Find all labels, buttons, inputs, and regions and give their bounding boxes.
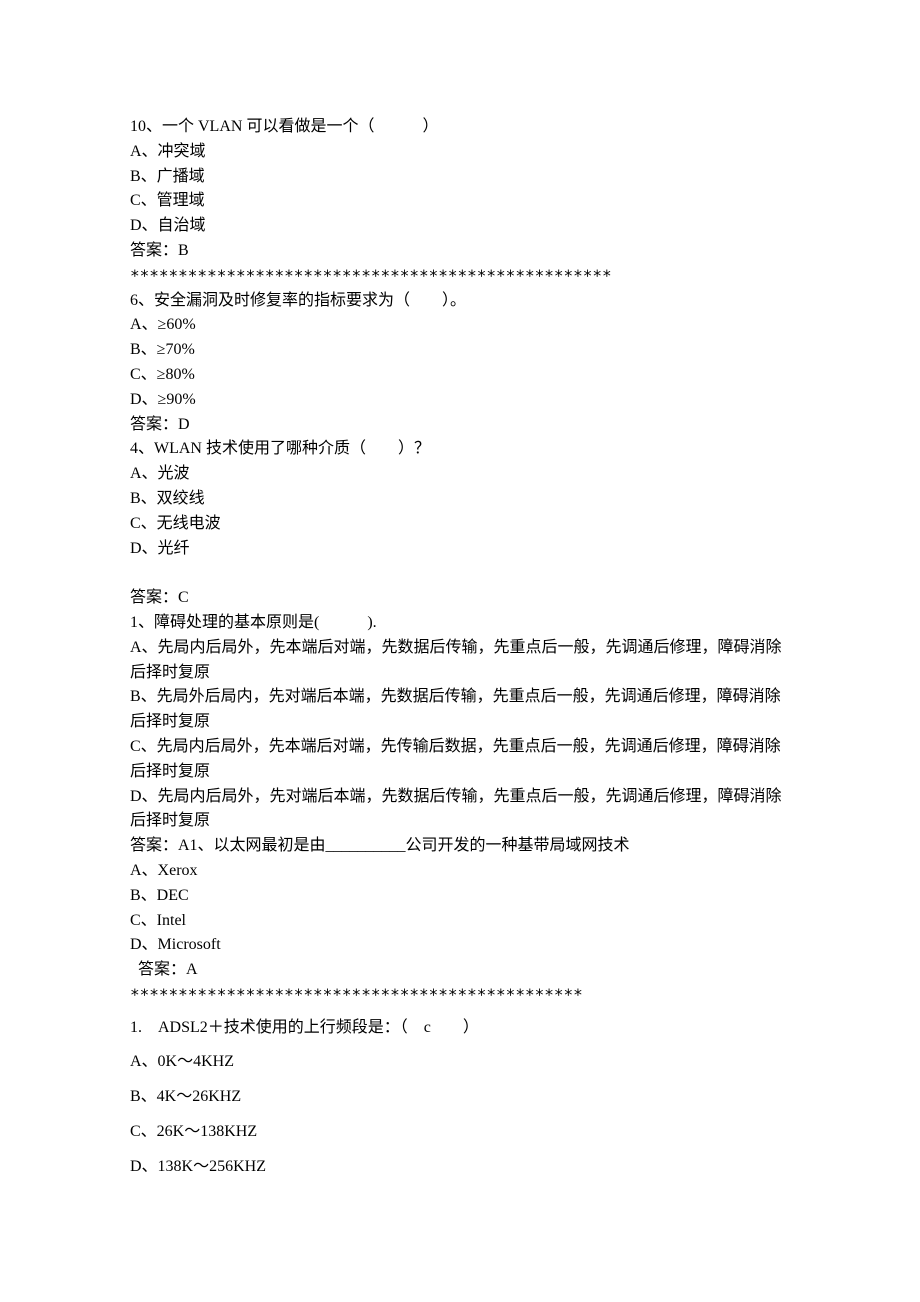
q1c-option-d: D、138K～256KHZ	[130, 1155, 790, 1180]
q10-option-d: D、自治域	[130, 214, 790, 239]
q4-option-b: B、双绞线	[130, 487, 790, 512]
q1a-option-a: A、先局内后局外，先本端后对端，先数据后传输，先重点后一般，先调通后修理，障碍消…	[130, 636, 790, 686]
q1a-option-b: B、先局外后局内，先对端后本端，先数据后传输，先重点后一般，先调通后修理，障碍消…	[130, 685, 790, 735]
q1b-option-a: A、Xerox	[130, 859, 790, 884]
q10-stem: 10、一个 VLAN 可以看做是一个（ ）	[130, 115, 790, 140]
q1a-stem: 1、障碍处理的基本原则是( ).	[130, 611, 790, 636]
q6-option-c: C、≥80%	[130, 363, 790, 388]
q1c-option-c: C、26K～138KHZ	[130, 1120, 790, 1145]
q10-option-a: A、冲突域	[130, 140, 790, 165]
q1a-option-c: C、先局内后局外，先本端后对端，先传输后数据，先重点后一般，先调通后修理，障碍消…	[130, 735, 790, 785]
q1c-stem: 1. ADSL2＋技术使用的上行频段是：（ c ）	[130, 1016, 790, 1041]
q1c-option-b: B、4K～26KHZ	[130, 1085, 790, 1110]
q1b-option-d: D、Microsoft	[130, 933, 790, 958]
q10-answer: 答案：B	[130, 239, 790, 264]
q4-stem: 4、WLAN 技术使用了哪种介质（ ）？	[130, 437, 790, 462]
separator: ****************************************…	[130, 264, 790, 289]
q1c-option-a: A、0K～4KHZ	[130, 1050, 790, 1075]
q1b-option-c: C、Intel	[130, 909, 790, 934]
q10-option-b: B、广播域	[130, 165, 790, 190]
q4-option-a: A、光波	[130, 462, 790, 487]
q1c-block: 1. ADSL2＋技术使用的上行频段是：（ c ） A、0K～4KHZ B、4K…	[130, 1016, 790, 1180]
blank-line	[130, 561, 790, 586]
q6-answer: 答案：D	[130, 413, 790, 438]
q1a-answer-plus-q1b-stem: 答案：A1、以太网最初是由__________公司开发的一种基带局域网技术	[130, 834, 790, 859]
q4-option-c: C、无线电波	[130, 512, 790, 537]
q6-option-a: A、≥60%	[130, 313, 790, 338]
separator: ****************************************…	[130, 983, 790, 1008]
q10-option-c: C、管理域	[130, 189, 790, 214]
q1b-answer: 答案：A	[130, 958, 790, 983]
document-page: 10、一个 VLAN 可以看做是一个（ ） A、冲突域 B、广播域 C、管理域 …	[0, 0, 920, 1302]
q6-stem: 6、安全漏洞及时修复率的指标要求为（ ）。	[130, 289, 790, 314]
q6-option-d: D、≥90%	[130, 388, 790, 413]
q4-answer: 答案：C	[130, 586, 790, 611]
q1b-option-b: B、DEC	[130, 884, 790, 909]
q1a-option-d: D、先局内后局外，先对端后本端，先数据后传输，先重点后一般，先调通后修理，障碍消…	[130, 785, 790, 835]
q6-option-b: B、≥70%	[130, 338, 790, 363]
q4-option-d: D、光纤	[130, 537, 790, 562]
